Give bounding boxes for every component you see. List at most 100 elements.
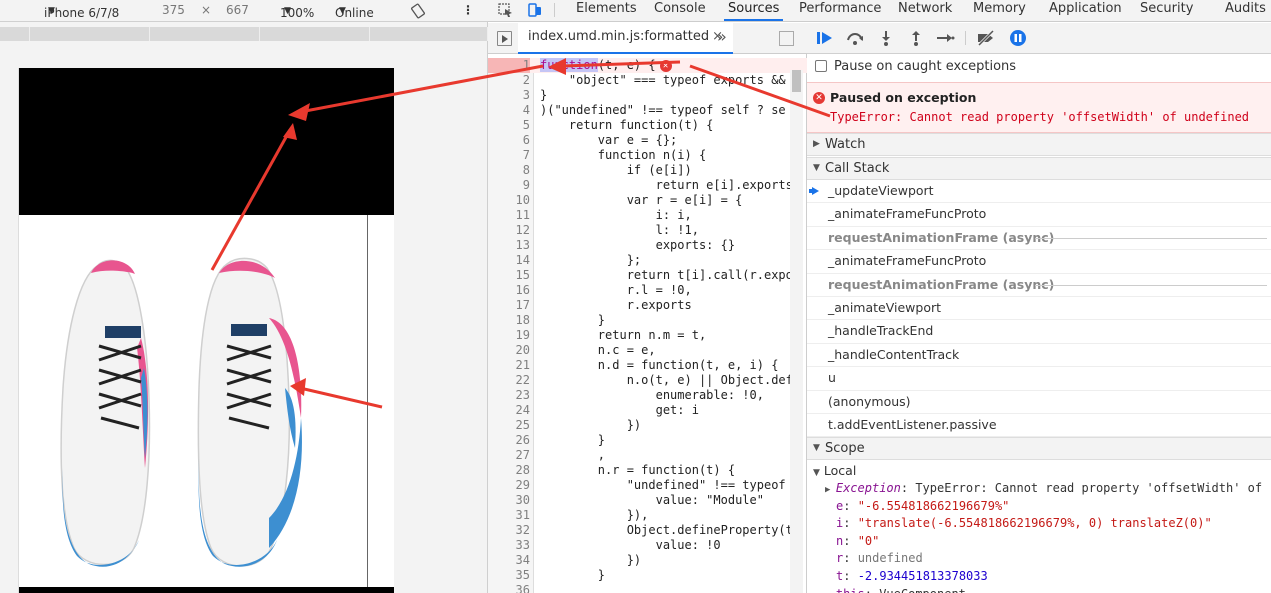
editor-scrollbar[interactable] [790, 70, 803, 593]
file-tab-index-umd[interactable]: index.umd.min.js:formatted × [518, 23, 734, 54]
code-view[interactable]: 1 function(t, e) {✕ 2 "object" === typeof … [488, 58, 807, 593]
resume-icon[interactable] [815, 29, 835, 47]
line-number[interactable]: 15 [488, 268, 530, 283]
line-number[interactable]: 25 [488, 418, 530, 433]
tab-security[interactable]: Security [1136, 0, 1197, 21]
call-stack-frame[interactable]: _animateViewport [807, 297, 1271, 321]
tab-memory[interactable]: Memory [969, 0, 1030, 21]
code-line[interactable]: 5 return function(t) { [488, 118, 807, 133]
line-number[interactable]: 10 [488, 193, 530, 208]
line-number[interactable]: 34 [488, 553, 530, 568]
tab-performance[interactable]: Performance [795, 0, 885, 21]
code-line[interactable]: 32 Object.defineProperty(t [488, 523, 807, 538]
code-line[interactable]: 12 l: !1, [488, 223, 807, 238]
tab-sources[interactable]: Sources [724, 0, 784, 21]
call-stack-frame[interactable]: (anonymous) [807, 391, 1271, 414]
device-height-input[interactable]: 667 [226, 3, 249, 17]
pause-on-caught-row[interactable]: Pause on caught exceptions [807, 54, 1271, 80]
debugger-toggle-icon[interactable] [779, 31, 794, 46]
line-number[interactable]: 13 [488, 238, 530, 253]
line-number[interactable]: 1 [488, 58, 530, 73]
code-line[interactable]: 34 }) [488, 553, 807, 568]
local-scope-header[interactable]: ▼ Local [813, 463, 856, 478]
line-number[interactable]: 27 [488, 448, 530, 463]
call-stack-frame[interactable]: t.addEventListener.passive [807, 414, 1271, 438]
scope-property[interactable]: ▶ this: VueComponent [825, 587, 966, 593]
code-line[interactable]: 25 }) [488, 418, 807, 433]
code-line[interactable]: 30 value: "Module" [488, 493, 807, 508]
tab-elements[interactable]: Elements [572, 0, 641, 21]
code-line[interactable]: 16 r.l = !0, [488, 283, 807, 298]
scope-property[interactable]: i: "translate(-6.554818662196679%, 0) tr… [836, 516, 1212, 530]
error-badge-icon[interactable]: ✕ [659, 59, 672, 72]
step-into-icon[interactable] [876, 29, 896, 47]
line-number[interactable]: 18 [488, 313, 530, 328]
step-icon[interactable] [935, 29, 955, 47]
line-number[interactable]: 24 [488, 403, 530, 418]
call-stack-section-header[interactable]: ▼ Call Stack [807, 157, 1271, 180]
pause-on-exceptions-icon[interactable] [1008, 29, 1028, 47]
line-number[interactable]: 6 [488, 133, 530, 148]
line-number[interactable]: 31 [488, 508, 530, 523]
line-number[interactable]: 32 [488, 523, 530, 538]
tab-audits[interactable]: Audits [1221, 0, 1270, 21]
code-line[interactable]: 6 var e = {}; [488, 133, 807, 148]
device-width-input[interactable]: 375 [162, 3, 185, 17]
line-number[interactable]: 29 [488, 478, 530, 493]
code-line[interactable]: 23 enumerable: !0, [488, 388, 807, 403]
line-number[interactable]: 23 [488, 388, 530, 403]
call-stack-frame[interactable]: _handleTrackEnd [807, 320, 1271, 344]
device-viewport[interactable] [18, 68, 394, 593]
line-number[interactable]: 30 [488, 493, 530, 508]
code-line[interactable]: 35 } [488, 568, 807, 583]
code-line[interactable]: 2 "object" === typeof exports && [488, 73, 807, 88]
line-number[interactable]: 16 [488, 283, 530, 298]
code-line[interactable]: 29 "undefined" !== typeof [488, 478, 807, 493]
scope-section-header[interactable]: ▼ Scope [807, 437, 1271, 460]
expand-triangle-icon[interactable]: ▶ [825, 485, 836, 495]
deactivate-breakpoints-icon[interactable] [976, 29, 996, 47]
line-number[interactable]: 36 [488, 583, 530, 593]
code-line[interactable]: 19 return n.m = t, [488, 328, 807, 343]
line-number[interactable]: 2 [488, 73, 530, 88]
line-number[interactable]: 22 [488, 373, 530, 388]
code-line[interactable]: 17 r.exports [488, 298, 807, 313]
code-line[interactable]: 31 }), [488, 508, 807, 523]
line-number[interactable]: 3 [488, 88, 530, 103]
scrollbar-thumb[interactable] [792, 70, 801, 92]
call-stack-frame[interactable]: _animateFrameFuncProto [807, 250, 1271, 274]
code-line[interactable]: 14 }; [488, 253, 807, 268]
code-line[interactable]: 26 } [488, 433, 807, 448]
step-out-icon[interactable] [906, 29, 926, 47]
step-over-icon[interactable] [845, 29, 865, 47]
line-number[interactable]: 9 [488, 178, 530, 193]
more-options-icon[interactable]: ⋮ [462, 3, 474, 17]
code-line[interactable]: 36 [488, 583, 807, 593]
code-line[interactable]: 33 value: !0 [488, 538, 807, 553]
line-number[interactable]: 4 [488, 103, 530, 118]
tab-application[interactable]: Application [1045, 0, 1126, 21]
device-toolbar-toggle-icon[interactable] [526, 2, 544, 18]
code-line[interactable]: 21 n.d = function(t, e, i) { [488, 358, 807, 373]
line-number[interactable]: 11 [488, 208, 530, 223]
code-line[interactable]: 10 var r = e[i] = { [488, 193, 807, 208]
code-line[interactable]: 28 n.r = function(t) { [488, 463, 807, 478]
code-line[interactable]: 18 } [488, 313, 807, 328]
code-line[interactable]: 24 get: i [488, 403, 807, 418]
line-number[interactable]: 14 [488, 253, 530, 268]
navigator-toggle-icon[interactable] [497, 31, 512, 46]
code-line[interactable]: 1 function(t, e) {✕ [488, 58, 807, 73]
code-line[interactable]: 13 exports: {} [488, 238, 807, 253]
code-line[interactable]: 20 n.c = e, [488, 343, 807, 358]
code-line[interactable]: 4)("undefined" !== typeof self ? se [488, 103, 807, 118]
code-line[interactable]: 22 n.o(t, e) || Object.def [488, 373, 807, 388]
tab-network[interactable]: Network [894, 0, 956, 21]
line-number[interactable]: 33 [488, 538, 530, 553]
more-tabs-icon[interactable]: » [717, 27, 727, 46]
line-number[interactable]: 21 [488, 358, 530, 373]
scope-property[interactable]: e: "-6.554818662196679%" [836, 499, 1009, 513]
code-line[interactable]: 27 , [488, 448, 807, 463]
code-line[interactable]: 8 if (e[i]) [488, 163, 807, 178]
scope-property[interactable]: ▶ Exception: TypeError: Cannot read prop… [825, 481, 1262, 495]
code-line[interactable]: 15 return t[i].call(r.expo [488, 268, 807, 283]
